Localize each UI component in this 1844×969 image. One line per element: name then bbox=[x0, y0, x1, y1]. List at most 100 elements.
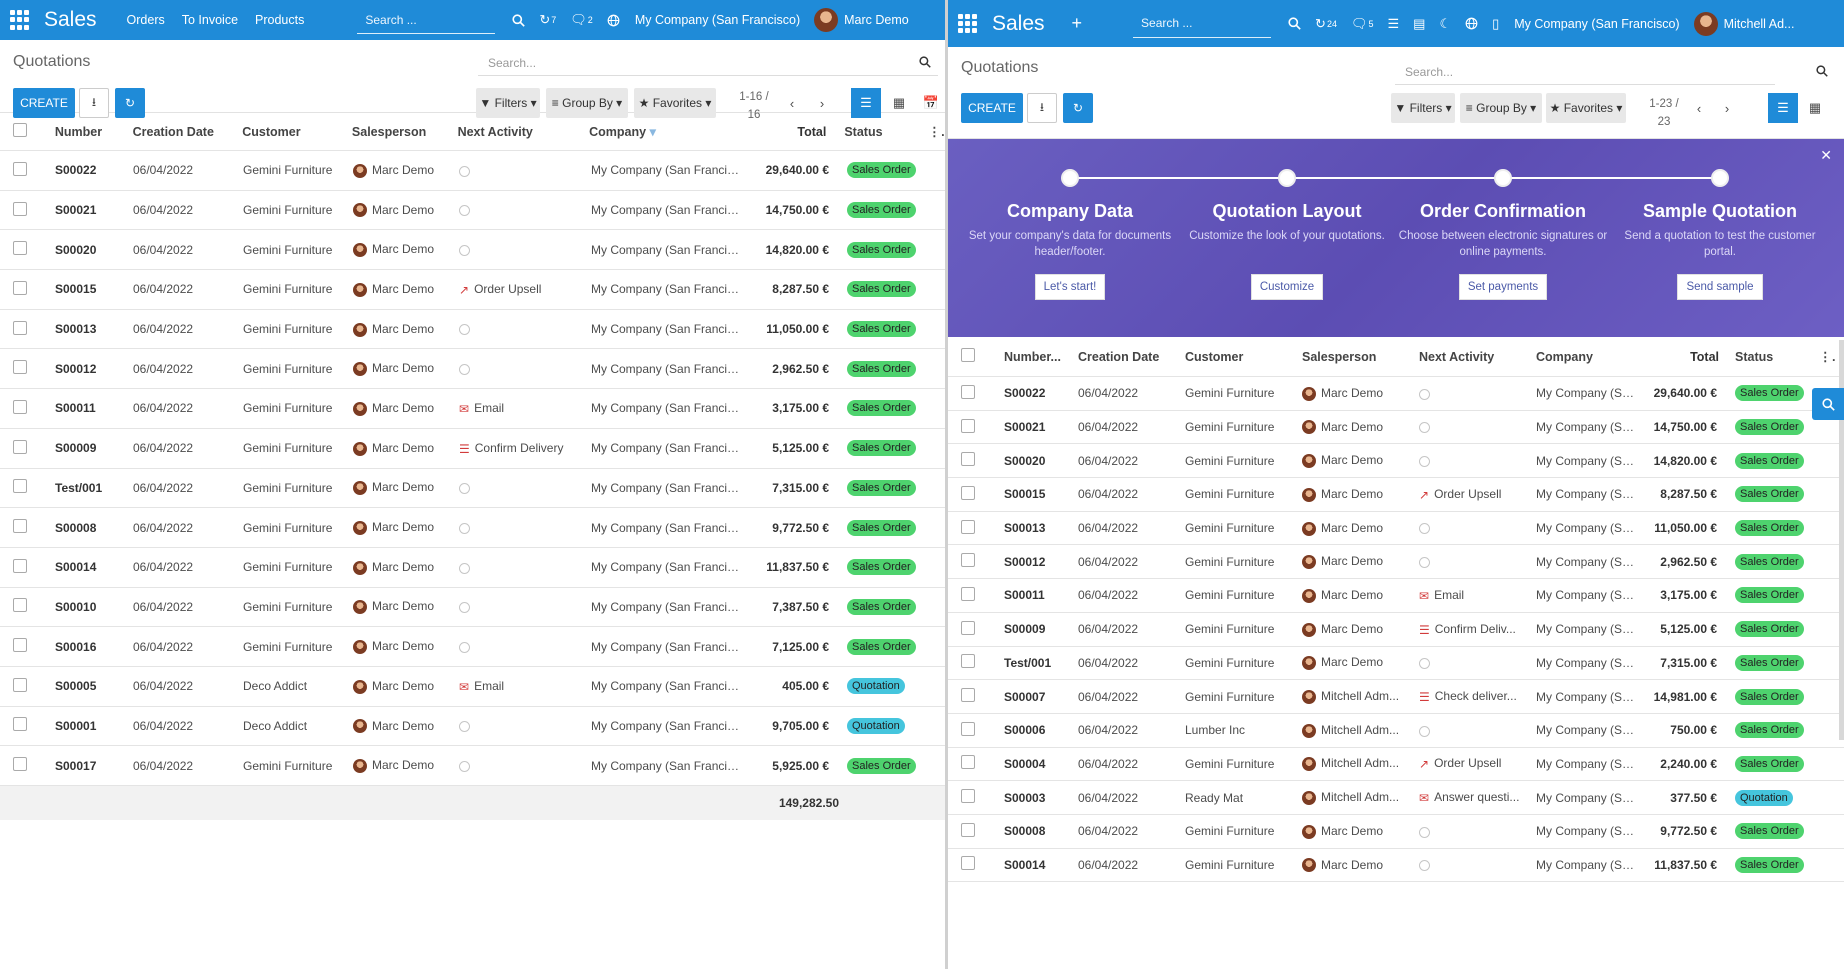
next-activity-cell[interactable] bbox=[459, 521, 591, 535]
table-row[interactable]: S00011 06/04/2022 Gemini Furniture Marc Dem… bbox=[948, 579, 1844, 613]
next-activity-cell[interactable] bbox=[459, 163, 591, 177]
row-checkbox[interactable] bbox=[961, 418, 975, 433]
column-customer[interactable]: Customer bbox=[1185, 350, 1302, 364]
no-activity-icon[interactable] bbox=[459, 324, 470, 336]
row-checkbox[interactable] bbox=[13, 717, 27, 732]
messages-chat-icon[interactable]: 🗨 5 bbox=[1351, 16, 1374, 32]
row-checkbox[interactable] bbox=[961, 620, 975, 635]
search-icon[interactable] bbox=[1288, 17, 1301, 30]
kanban-view-button[interactable]: ▦ bbox=[1800, 93, 1830, 123]
table-row[interactable]: S00021 06/04/2022 Gemini Furniture Marc Dem… bbox=[948, 411, 1844, 445]
next-activity-cell[interactable] bbox=[1419, 555, 1536, 569]
table-row[interactable]: S00003 06/04/2022 Ready Mat Mitchell Adm...… bbox=[948, 781, 1844, 815]
column-creation-date[interactable]: Creation Date bbox=[133, 125, 243, 139]
filters-button[interactable]: ▼ Filters ▾ bbox=[1391, 93, 1455, 123]
row-checkbox[interactable] bbox=[961, 789, 975, 804]
next-activity-cell[interactable]: ↗ Order Upsell bbox=[459, 282, 591, 297]
messages-chat-icon[interactable]: 🗨 2 bbox=[570, 12, 593, 28]
plus-icon[interactable]: + bbox=[1072, 13, 1083, 34]
row-checkbox[interactable] bbox=[13, 598, 27, 613]
favorites-button[interactable]: ★ Favorites ▾ bbox=[1546, 93, 1626, 123]
table-row[interactable]: S00015 06/04/2022 Gemini Furniture Marc Dem… bbox=[948, 478, 1844, 512]
pager-prev-button[interactable]: ‹ bbox=[1684, 93, 1714, 123]
no-activity-icon[interactable] bbox=[1419, 388, 1430, 400]
search-icon[interactable] bbox=[512, 13, 526, 27]
no-activity-icon[interactable] bbox=[1419, 725, 1430, 737]
table-row[interactable]: S00015 06/04/2022 Gemini Furniture Marc Dem… bbox=[0, 270, 945, 310]
moon-icon[interactable]: ☾ bbox=[1439, 16, 1451, 32]
menu-to-invoice[interactable]: To Invoice bbox=[182, 13, 238, 27]
table-row[interactable]: S00012 06/04/2022 Gemini Furniture Marc Dem… bbox=[948, 545, 1844, 580]
table-row[interactable]: S00005 06/04/2022 Deco Addict Marc Demo ✉ Ema… bbox=[0, 667, 945, 707]
row-checkbox[interactable] bbox=[13, 241, 27, 256]
select-all-checkbox[interactable] bbox=[961, 348, 975, 362]
no-activity-icon[interactable] bbox=[1419, 456, 1430, 468]
table-row[interactable]: S00009 06/04/2022 Gemini Furniture Marc Dem… bbox=[948, 613, 1844, 647]
row-checkbox[interactable] bbox=[961, 519, 975, 534]
next-activity-cell[interactable] bbox=[1419, 723, 1536, 737]
step-action-button[interactable]: Set payments bbox=[1458, 274, 1548, 300]
no-activity-icon[interactable] bbox=[459, 522, 470, 534]
table-row[interactable]: S00013 06/04/2022 Gemini Furniture Marc Dem… bbox=[0, 310, 945, 350]
table-row[interactable]: S00012 06/04/2022 Gemini Furniture Marc Dem… bbox=[0, 349, 945, 390]
row-checkbox[interactable] bbox=[13, 479, 27, 494]
column-number[interactable]: Number... bbox=[1004, 350, 1078, 364]
column-next-activity[interactable]: Next Activity bbox=[458, 125, 590, 139]
no-activity-icon[interactable] bbox=[1419, 658, 1430, 670]
next-activity-cell[interactable] bbox=[459, 719, 591, 733]
pager-next-button[interactable]: › bbox=[807, 88, 837, 118]
optional-columns-icon[interactable]: ⋮ bbox=[1819, 349, 1835, 364]
no-activity-icon[interactable] bbox=[1419, 860, 1430, 872]
list-search-input[interactable]: Search... bbox=[478, 50, 938, 76]
activities-clock-icon[interactable]: ↻ 7 bbox=[539, 12, 556, 28]
step-action-button[interactable]: Send sample bbox=[1677, 274, 1763, 300]
pager-value[interactable]: 1-23 / 23 bbox=[1642, 95, 1686, 131]
next-activity-cell[interactable] bbox=[1419, 858, 1536, 872]
next-activity-cell[interactable] bbox=[459, 362, 591, 376]
no-activity-icon[interactable] bbox=[459, 562, 470, 574]
next-activity-cell[interactable]: ✉ Email bbox=[1419, 588, 1536, 603]
list-search-icon[interactable] bbox=[1816, 65, 1828, 80]
row-checkbox[interactable] bbox=[961, 485, 975, 500]
column-next-activity[interactable]: Next Activity bbox=[1419, 350, 1536, 364]
user-menu[interactable]: Marc Demo bbox=[814, 8, 909, 32]
pager-next-button[interactable]: › bbox=[1712, 93, 1742, 123]
row-checkbox[interactable] bbox=[13, 320, 27, 335]
row-checkbox[interactable] bbox=[13, 558, 27, 573]
refresh-button[interactable]: ↻ bbox=[115, 88, 145, 118]
no-activity-icon[interactable] bbox=[1419, 422, 1430, 434]
row-checkbox[interactable] bbox=[13, 161, 27, 176]
column-salesperson[interactable]: Salesperson bbox=[1302, 350, 1419, 364]
optional-columns-icon[interactable]: ⋮ bbox=[928, 124, 945, 139]
next-activity-cell[interactable]: ☰ Confirm Deliv... bbox=[1419, 622, 1536, 637]
no-activity-icon[interactable] bbox=[459, 245, 470, 257]
list-view-button[interactable]: ☰ bbox=[851, 88, 881, 118]
no-activity-icon[interactable] bbox=[1419, 557, 1430, 569]
menu-products[interactable]: Products bbox=[255, 13, 304, 27]
row-checkbox[interactable] bbox=[13, 439, 27, 454]
next-activity-cell[interactable] bbox=[459, 560, 591, 574]
next-activity-cell[interactable] bbox=[1419, 656, 1536, 670]
column-salesperson[interactable]: Salesperson bbox=[352, 125, 458, 139]
row-checkbox[interactable] bbox=[13, 519, 27, 534]
next-activity-cell[interactable]: ☰ Check deliver... bbox=[1419, 689, 1536, 704]
no-activity-icon[interactable] bbox=[459, 602, 470, 614]
create-button[interactable]: CREATE bbox=[961, 93, 1023, 123]
column-customer[interactable]: Customer bbox=[242, 125, 352, 139]
close-icon[interactable]: ✕ bbox=[1820, 147, 1832, 164]
create-button[interactable]: CREATE bbox=[13, 88, 75, 118]
table-row[interactable]: S00007 06/04/2022 Gemini Furniture Mitchell… bbox=[948, 680, 1844, 714]
row-checkbox[interactable] bbox=[961, 822, 975, 837]
table-row[interactable]: S00014 06/04/2022 Gemini Furniture Marc Dem… bbox=[0, 548, 945, 588]
table-row[interactable]: S00016 06/04/2022 Gemini Furniture Marc Dem… bbox=[0, 627, 945, 667]
row-checkbox[interactable] bbox=[961, 654, 975, 669]
row-checkbox[interactable] bbox=[13, 360, 27, 375]
refresh-button[interactable]: ↻ bbox=[1063, 93, 1093, 123]
row-checkbox[interactable] bbox=[13, 677, 27, 692]
apps-menu-icon[interactable] bbox=[958, 13, 978, 34]
table-row[interactable]: S00020 06/04/2022 Gemini Furniture Marc Dem… bbox=[0, 230, 945, 271]
table-row[interactable]: S00009 06/04/2022 Gemini Furniture Marc Dem… bbox=[0, 429, 945, 469]
group-by-button[interactable]: ≡ Group By ▾ bbox=[546, 88, 628, 118]
next-activity-cell[interactable] bbox=[459, 759, 591, 773]
list-search-icon[interactable] bbox=[919, 56, 931, 71]
